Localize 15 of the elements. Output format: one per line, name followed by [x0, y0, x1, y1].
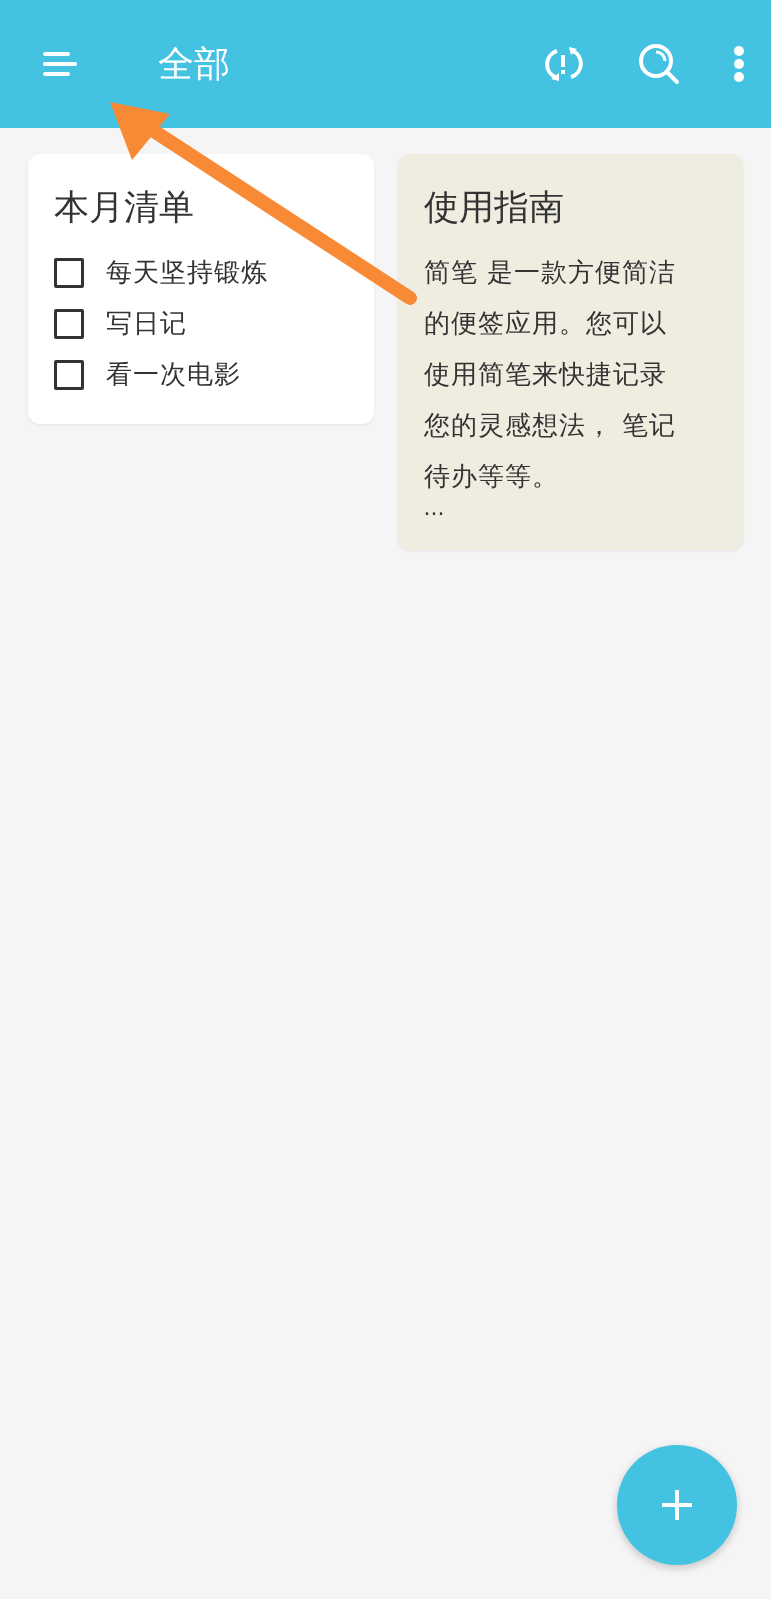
note-title: 使用指南	[423, 186, 565, 229]
note-card[interactable]: 本月清单 每天坚持锻炼 写日记 看一次电影	[28, 154, 374, 424]
checkbox[interactable]	[54, 359, 84, 390]
checklist-item: 每天坚持锻炼	[106, 256, 268, 289]
checkbox[interactable]	[54, 257, 84, 288]
ellipsis: ···	[423, 502, 446, 526]
note-title: 本月清单	[54, 186, 195, 229]
note-card[interactable]: 使用指南 简笔 是一款方便简洁 的便签应用。您可以 使用简笔来快捷记录 您的灵感想法， 笔记 待办等等。 ···	[397, 154, 743, 550]
app-title: 全部	[158, 41, 231, 86]
add-button[interactable]	[617, 1445, 737, 1565]
plus-icon	[660, 1488, 694, 1522]
checklist-item: 写日记	[106, 307, 187, 340]
checkbox[interactable]	[54, 308, 84, 339]
note-text: 简笔 是一款方便简洁 的便签应用。您可以 使用简笔来快捷记录 您的灵感想法， 笔记 待办等等。	[423, 256, 677, 493]
checklist-item: 看一次电影	[106, 358, 241, 391]
